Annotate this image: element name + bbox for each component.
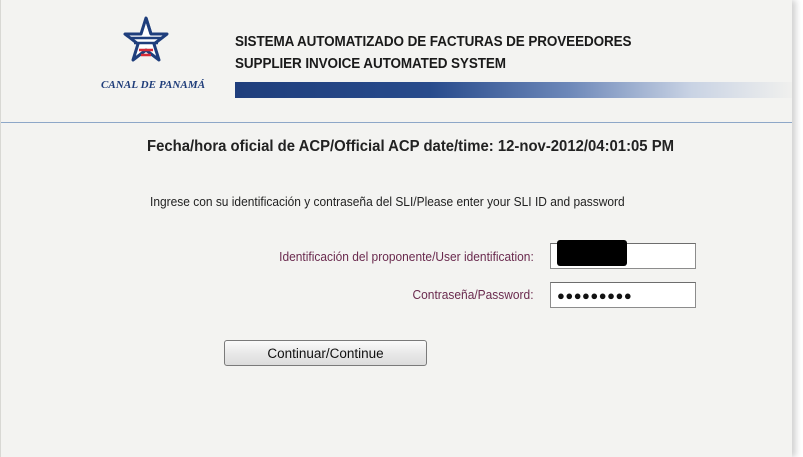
login-instructions: Ingrese con su identificación y contrase… [150,194,625,209]
logo-text: CANAL DE PANAMÁ [101,79,206,91]
header-divider [1,122,792,123]
continue-button[interactable]: Continuar/Continue [224,340,427,366]
official-datetime: Fecha/hora oficial de ACP/Official ACP d… [147,138,675,155]
login-panel: CANAL DE PANAMÁ SISTEMA AUTOMATIZADO DE … [0,0,792,457]
system-title-english: SUPPLIER INVOICE AUTOMATED SYSTEM [235,56,506,72]
user-id-input[interactable] [550,240,696,269]
header-gradient-bar [235,82,792,98]
password-label: Contraseña/Password: [413,287,534,302]
system-title-spanish: SISTEMA AUTOMATIZADO DE FACTURAS DE PROV… [235,34,632,50]
password-mask: ●●●●●●●●● [557,288,633,303]
redacted-user-id [557,240,627,266]
password-input[interactable]: ●●●●●●●●● [550,282,696,308]
user-id-label: Identificación del proponente/User ident… [279,249,534,264]
